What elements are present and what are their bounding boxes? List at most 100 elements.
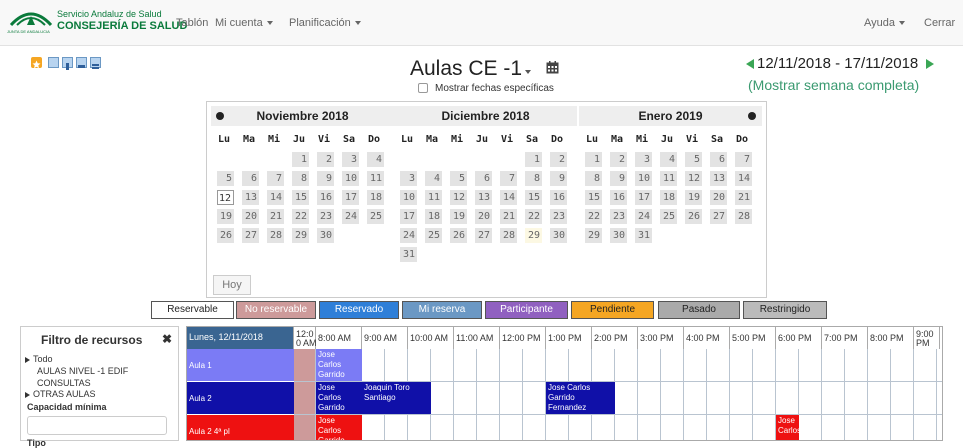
- schedule-slot[interactable]: [661, 415, 684, 440]
- schedule-slot[interactable]: [385, 349, 408, 382]
- datepicker-day[interactable]: 1: [525, 152, 542, 167]
- schedule-slot[interactable]: [845, 415, 868, 440]
- datepicker-day[interactable]: 17: [342, 190, 359, 205]
- schedule-slot[interactable]: [362, 415, 385, 440]
- datepicker-day[interactable]: 9: [610, 171, 627, 186]
- filter-item-todo[interactable]: Todo: [25, 354, 53, 364]
- datepicker-day[interactable]: 13: [710, 171, 727, 186]
- datepicker-day[interactable]: 16: [610, 190, 627, 205]
- datepicker-day[interactable]: 17: [635, 190, 652, 205]
- calendar-icon[interactable]: [546, 61, 559, 74]
- schedule-slot[interactable]: [431, 382, 454, 415]
- schedule-slot[interactable]: [845, 382, 868, 415]
- datepicker-day[interactable]: 5: [685, 152, 702, 167]
- datepicker-day[interactable]: 16: [317, 190, 334, 205]
- schedule-slot[interactable]: [707, 382, 730, 415]
- datepicker-day[interactable]: 15: [525, 190, 542, 205]
- datepicker-day[interactable]: 3: [400, 171, 417, 186]
- datepicker-day[interactable]: 29: [525, 228, 542, 243]
- schedule-slot[interactable]: [684, 349, 707, 382]
- nav-mi-cuenta[interactable]: Mi cuenta: [215, 17, 273, 29]
- schedule-slot[interactable]: [454, 349, 477, 382]
- datepicker-day[interactable]: 24: [342, 209, 359, 224]
- schedule-slot[interactable]: [362, 349, 385, 382]
- reservation-block[interactable]: Jose Carlos Garrido Fernandez: [316, 382, 362, 414]
- schedule-slot[interactable]: [638, 382, 661, 415]
- schedule-slot[interactable]: [408, 349, 431, 382]
- schedule-slot[interactable]: [776, 382, 799, 415]
- datepicker-day[interactable]: 26: [685, 209, 702, 224]
- datepicker-day[interactable]: 21: [735, 190, 752, 205]
- datepicker-day[interactable]: 30: [550, 228, 567, 243]
- datepicker-day[interactable]: 19: [450, 209, 467, 224]
- schedule-slot[interactable]: [845, 349, 868, 382]
- datepicker-day[interactable]: 27: [475, 228, 492, 243]
- datepicker-day[interactable]: 29: [585, 228, 602, 243]
- datepicker-day[interactable]: 14: [500, 190, 517, 205]
- resource-row-label[interactable]: Aula 2: [187, 382, 294, 415]
- datepicker-day[interactable]: 28: [267, 228, 284, 243]
- schedule-slot[interactable]: [477, 415, 500, 440]
- datepicker-day[interactable]: 16: [550, 190, 567, 205]
- datepicker-day[interactable]: 2: [317, 152, 334, 167]
- datepicker-day[interactable]: 1: [585, 152, 602, 167]
- schedule-slot[interactable]: [615, 382, 638, 415]
- datepicker-day[interactable]: 5: [217, 171, 234, 186]
- datepicker-day[interactable]: 14: [735, 171, 752, 186]
- schedule-slot[interactable]: [523, 382, 546, 415]
- datepicker-day[interactable]: 4: [425, 171, 442, 186]
- schedule-slot[interactable]: [523, 415, 546, 440]
- datepicker-day[interactable]: 12: [685, 171, 702, 186]
- datepicker-day[interactable]: 11: [660, 171, 677, 186]
- prev-month-icon[interactable]: [216, 112, 224, 120]
- datepicker-day[interactable]: 7: [267, 171, 284, 186]
- datepicker-day[interactable]: 13: [475, 190, 492, 205]
- schedule-slot[interactable]: [799, 415, 822, 440]
- reservation-block[interactable]: Jose Carlos Garrido Fernandez: [316, 349, 362, 381]
- datepicker-day[interactable]: 6: [710, 152, 727, 167]
- schedule-slot[interactable]: [937, 382, 942, 415]
- datepicker-day[interactable]: 9: [317, 171, 334, 186]
- reservation-block[interactable]: Jose Carlos Garrido: [316, 415, 362, 440]
- schedule-slot[interactable]: [431, 349, 454, 382]
- datepicker-day[interactable]: 17: [400, 209, 417, 224]
- datepicker-day[interactable]: 15: [292, 190, 309, 205]
- schedule-slot[interactable]: [477, 382, 500, 415]
- week-view-icon[interactable]: [62, 57, 73, 70]
- datepicker-day[interactable]: 18: [660, 190, 677, 205]
- datepicker-day[interactable]: 8: [525, 171, 542, 186]
- datepicker-day[interactable]: 6: [242, 171, 259, 186]
- chevron-down-icon[interactable]: [525, 70, 531, 74]
- show-full-week-link[interactable]: (Mostrar semana completa): [748, 77, 919, 93]
- schedule-slot[interactable]: [569, 349, 592, 382]
- schedule-slot[interactable]: [546, 415, 569, 440]
- capacity-input[interactable]: [27, 416, 167, 435]
- schedule-slot[interactable]: [684, 415, 707, 440]
- schedule-slot[interactable]: [753, 415, 776, 440]
- datepicker-day[interactable]: 31: [635, 228, 652, 243]
- datepicker-day[interactable]: 24: [400, 228, 417, 243]
- schedule-slot[interactable]: [914, 382, 937, 415]
- datepicker-day[interactable]: 14: [267, 190, 284, 205]
- datepicker-day[interactable]: 30: [610, 228, 627, 243]
- schedule-slot[interactable]: [707, 415, 730, 440]
- star-icon[interactable]: [31, 57, 42, 69]
- datepicker-day[interactable]: 4: [367, 152, 384, 167]
- datepicker-day[interactable]: 12: [450, 190, 467, 205]
- schedule-slot[interactable]: [799, 382, 822, 415]
- schedule-slot[interactable]: [523, 349, 546, 382]
- datepicker-day[interactable]: 23: [550, 209, 567, 224]
- datepicker-day[interactable]: 15: [585, 190, 602, 205]
- reservation-block[interactable]: Jose Carlos: [776, 415, 799, 440]
- schedule-slot[interactable]: [799, 349, 822, 382]
- datepicker-day[interactable]: 18: [425, 209, 442, 224]
- schedule-slot[interactable]: [822, 415, 845, 440]
- filter-item-aulas-nivel[interactable]: AULAS NIVEL -1 EDIF: [37, 366, 128, 376]
- schedule-slot[interactable]: [822, 382, 845, 415]
- datepicker-day[interactable]: 2: [550, 152, 567, 167]
- datepicker-day[interactable]: 28: [500, 228, 517, 243]
- datepicker-day[interactable]: 25: [660, 209, 677, 224]
- month-view-icon[interactable]: [76, 57, 87, 68]
- datepicker-day[interactable]: 31: [400, 247, 417, 262]
- reservation-block[interactable]: Jose Carlos Garrido Fernandez: [546, 382, 615, 414]
